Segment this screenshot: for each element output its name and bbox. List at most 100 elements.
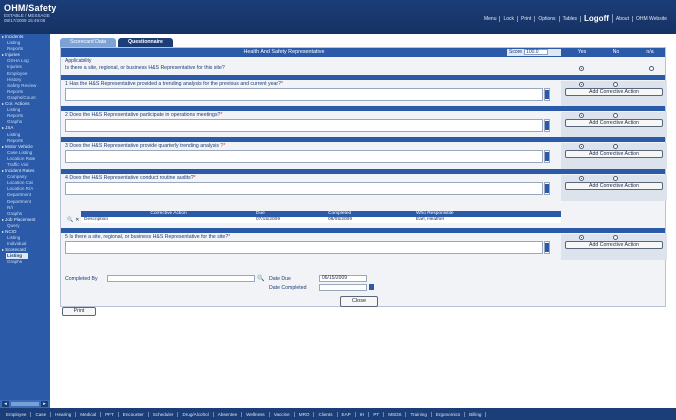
spell-bottom-icon[interactable] [545,94,549,99]
add-corrective-action-button[interactable]: Add Corrective Action [565,241,663,249]
question-1-comment-input[interactable] [65,88,543,101]
question-5-no-radio[interactable] [613,235,618,240]
module-tab-medical[interactable]: Medical [76,411,102,417]
module-tab-bar: Employee Case Hearing Medical PFT Encounter Sc… [0,408,676,420]
question-label: 4 Does the H&S Representative conduct ro… [65,175,194,181]
question-label: 2 Does the H&S Representative participat… [65,112,221,118]
ca-due: 07/15/2009 [256,217,281,222]
main-content: Scorecard Data Questionnaire Health And … [50,34,676,408]
logoff-link[interactable]: Logoff [581,14,613,23]
module-tab-billing[interactable]: Billing [465,411,487,417]
spell-bottom-icon[interactable] [545,247,549,252]
module-tab-hearing[interactable]: Hearing [51,411,77,417]
view-icon[interactable]: 🔍 [67,217,73,223]
question-3-comment-input[interactable] [65,150,543,163]
module-tab-pft[interactable]: PFT [101,411,119,417]
sidebar-item-graphs[interactable]: Graphs [0,259,50,265]
question-divider [61,228,665,233]
required-marker: * [220,112,223,118]
spell-bottom-icon[interactable] [545,125,549,130]
delete-icon[interactable]: ✕ [75,217,79,223]
tables-link[interactable]: Tables [560,15,582,22]
module-tab-training[interactable]: Training [406,411,432,417]
add-corrective-action-button[interactable]: Add Corrective Action [565,88,663,96]
panel-title: Health And Safety Representative [243,49,325,55]
add-corrective-action-button[interactable]: Add Corrective Action [565,119,663,127]
lookup-icon[interactable]: 🔍 [257,275,264,282]
question-3-yes-radio[interactable] [579,144,584,149]
spellcheck-icon[interactable] [544,150,550,163]
print-button[interactable]: Print [62,307,96,316]
spell-bottom-icon[interactable] [545,156,549,161]
module-tab-vaccine[interactable]: Vaccine [270,411,295,417]
applicability-yes-radio[interactable] [579,66,584,71]
date-due-field[interactable]: 06/15/2009 [319,275,367,282]
app-title: OHM/Safety [4,3,57,13]
spell-bottom-icon[interactable] [545,188,549,193]
spellcheck-icon[interactable] [544,88,550,101]
question-1-yes-radio[interactable] [579,82,584,87]
applicability-na-radio[interactable] [649,66,654,71]
completed-by-field[interactable] [107,275,255,282]
question-1-no-radio[interactable] [613,82,618,87]
add-corrective-action-button[interactable]: Add Corrective Action [565,150,663,158]
table-row[interactable]: Description 07/15/2009 08/05/2009 Earl, … [81,217,561,223]
module-tab-scheduler[interactable]: Scheduler [149,411,179,417]
score-value: 100.0 [524,49,549,55]
question-3-no-radio[interactable] [613,144,618,149]
module-tab-encounter[interactable]: Encounter [119,411,149,417]
add-corrective-action-button[interactable]: Add Corrective Action [565,182,663,190]
module-tab-pt[interactable]: PT [369,411,385,417]
module-tab-mro[interactable]: MRO [295,411,315,417]
date-completed-field[interactable] [319,284,367,291]
question-divider [61,75,665,80]
question-4-comment-input[interactable] [65,182,543,195]
question-4-no-radio[interactable] [613,176,618,181]
question-2-no-radio[interactable] [613,113,618,118]
question-label: 5 Is there a site, regional, or business… [65,234,229,240]
score-box: Score 100.0 [507,49,561,56]
module-tab-case[interactable]: Case [31,411,52,417]
print-link[interactable]: Print [518,15,536,22]
module-tab-eap[interactable]: EAP [338,411,356,417]
options-link[interactable]: Options [535,15,560,22]
tab-questionnaire[interactable]: Questionnaire [118,38,173,47]
module-tab-absentee[interactable]: Absentee [214,411,243,417]
scroll-thumb[interactable] [11,402,39,406]
menu-link[interactable]: Menu [481,15,501,22]
module-tab-drug-alcohol[interactable]: Drug/Alcohol [178,411,214,417]
question-4-yes-radio[interactable] [579,176,584,181]
question-divider [61,137,665,142]
scroll-right-icon[interactable]: ▸ [41,401,48,407]
module-tab-wellness[interactable]: Wellness [242,411,270,417]
required-marker: * [280,81,284,87]
tab-scorecard-data[interactable]: Scorecard Data [60,38,117,47]
required-marker: ?* [220,143,226,149]
ohm-website-link[interactable]: OHM Website [633,16,670,22]
tab-strip: Scorecard Data Questionnaire [60,38,173,47]
question-5-yes-radio[interactable] [579,235,584,240]
module-tab-clients[interactable]: Clients [314,411,338,417]
required-marker: * [193,175,196,181]
sidebar-scrollbar[interactable]: ◂ ▸ [0,400,50,408]
spellcheck-icon[interactable] [544,241,550,254]
spellcheck-icon[interactable] [544,119,550,132]
module-tab-msds[interactable]: MSDS [384,411,407,417]
question-5-comment-input[interactable] [65,241,543,254]
panel-titlebar: Health And Safety Representative Score 10… [61,48,665,57]
lock-link[interactable]: Lock [500,15,519,22]
app-header: OHM/Safety ESTABLE / MESSAGE 08/17/2009 … [0,0,676,34]
ca-row-icons: 🔍 ✕ [67,217,79,223]
spellcheck-icon[interactable] [544,182,550,195]
question-2-comment-input[interactable] [65,119,543,132]
applicability-question: Is there a site, regional, or business H… [65,65,225,71]
module-tab-ergonomics[interactable]: Ergonomics [432,411,466,417]
scroll-left-icon[interactable]: ◂ [2,401,9,407]
module-tab-employee[interactable]: Employee [2,411,32,417]
about-link[interactable]: About [613,15,633,22]
question-2-yes-radio[interactable] [579,113,584,118]
module-tab-ih[interactable]: IH [356,411,370,417]
calendar-icon[interactable] [369,284,374,290]
close-button[interactable]: Close [340,296,378,307]
ca-who: Earl, Heather [416,217,445,222]
